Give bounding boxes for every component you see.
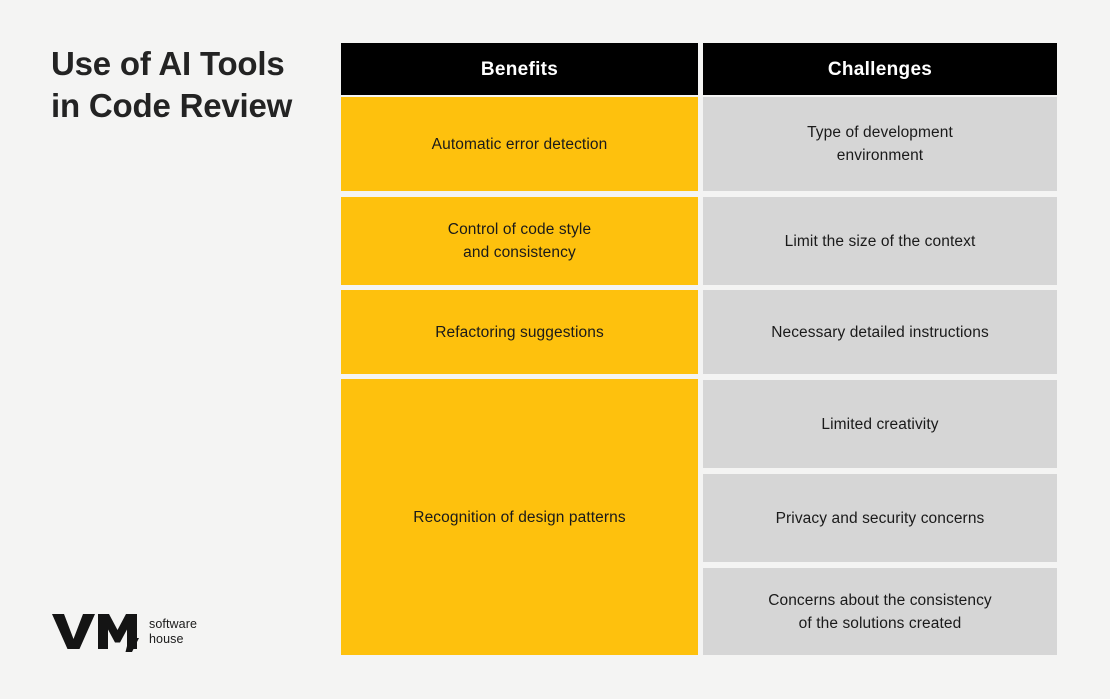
benefits-header-label: Benefits [480,58,559,80]
challenges-column: Challenges Type of development environme… [703,43,1057,655]
benefits-cell-4[interactable]: Recognition of design patterns [341,379,698,655]
challenges-cell-2[interactable]: Limit the size of the context [703,197,1057,285]
challenges-cell-2-label: Limit the size of the context [784,232,976,250]
challenges-cell-4-label: Limited creativity [821,415,939,433]
benefits-cell-2[interactable]: Control of code style and consistency [341,197,698,285]
comparison-table: Benefits Automatic error detection Contr… [341,43,1057,655]
benefits-cell-1[interactable]: Automatic error detection [341,97,698,191]
vm-logomark-icon [52,614,139,652]
benefits-cell-3[interactable]: Refactoring suggestions [341,290,698,374]
challenges-cell-3[interactable]: Necessary detailed instructions [703,290,1057,374]
benefits-column: Benefits Automatic error detection Contr… [341,43,698,655]
challenges-cell-1-label: Type of development environment [807,124,953,164]
challenges-cell-5-label: Privacy and security concerns [775,509,985,527]
benefits-header: Benefits [341,43,698,95]
challenges-cell-5[interactable]: Privacy and security concerns [703,474,1057,562]
benefits-cell-2-label: Control of code style and consistency [447,221,592,261]
challenges-cell-1[interactable]: Type of development environment [703,97,1057,191]
slide-canvas: Use of AI Tools in Code Review Benefits … [0,0,1110,699]
brand-logo: software house [52,608,197,652]
challenges-cell-6-label: Concerns about the consistency of the so… [768,591,992,632]
benefits-cell-3-label: Refactoring suggestions [435,323,604,341]
challenges-header-label: Challenges [827,58,933,80]
challenges-header: Challenges [703,43,1057,95]
benefits-cell-4-label: Recognition of design patterns [413,508,626,526]
logo-tagline: software house [149,616,198,646]
challenges-cell-3-label: Necessary detailed instructions [771,323,989,341]
challenges-cell-6[interactable]: Concerns about the consistency of the so… [703,568,1057,655]
benefits-cell-1-label: Automatic error detection [431,135,608,153]
challenges-cell-4[interactable]: Limited creativity [703,380,1057,468]
page-title: Use of AI Tools in Code Review [51,45,293,124]
